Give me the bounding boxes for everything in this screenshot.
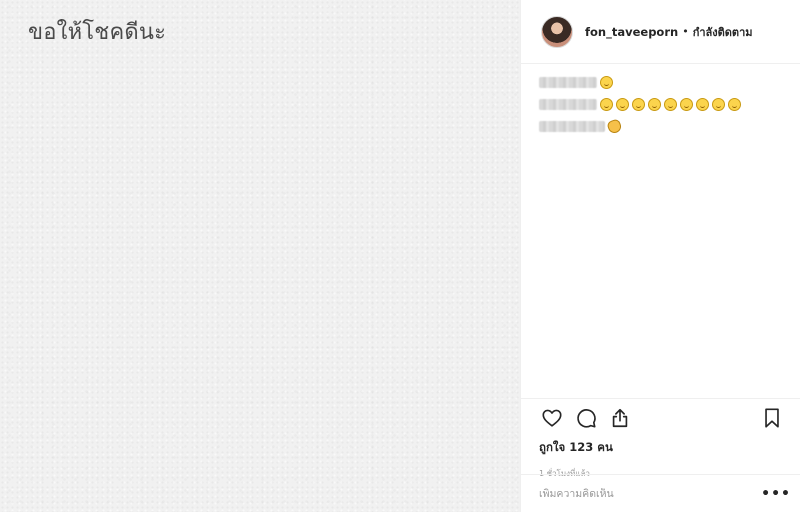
post-actions: ถูกใจ 123 คน 1 ชั่วโมงที่แล้ว [521,398,800,480]
comment-box: ••• [521,474,800,512]
header-separator: • [682,25,689,38]
smiling-face-emoji [648,97,661,111]
smiling-face-emoji [712,97,725,111]
smiling-face-emoji [600,75,613,89]
post-side-panel: fon_taveeporn • กำลังติดตาม ถูกใจ 123 คน… [520,0,800,512]
likes-count[interactable]: ถูกใจ 123 คน [539,439,785,457]
following-button[interactable]: กำลังติดตาม [693,23,753,41]
blurred-text [539,120,605,132]
smiling-face-emoji [664,97,677,111]
post-header: fon_taveeporn • กำลังติดตาม [521,0,800,64]
blurred-text [539,98,597,110]
post-image[interactable]: ขอให้โชคดีนะ [0,0,520,512]
smiling-face-emoji [632,97,645,111]
username-link[interactable]: fon_taveeporn [585,25,678,39]
caption-line-2 [539,94,800,114]
comment-input[interactable] [539,487,762,500]
post-caption [521,64,800,136]
comment-icon[interactable] [573,405,599,431]
bookmark-icon[interactable] [759,405,785,431]
avatar[interactable] [541,15,573,48]
caption-line-1 [539,72,800,92]
smiling-face-emoji [680,97,693,111]
caption-line-3 [539,116,800,136]
action-icons-row [539,405,785,431]
more-options-button[interactable]: ••• [761,486,791,502]
smiling-face-emoji [696,97,709,111]
smiling-face-emoji [728,97,741,111]
heart-icon[interactable] [539,405,565,431]
clapping-hands-emoji [606,117,623,135]
smiling-face-emoji [600,97,613,111]
blurred-text [539,76,597,88]
post-image-text: ขอให้โชคดีนะ [28,20,167,45]
smiling-face-emoji [616,97,629,111]
share-icon[interactable] [607,405,633,431]
